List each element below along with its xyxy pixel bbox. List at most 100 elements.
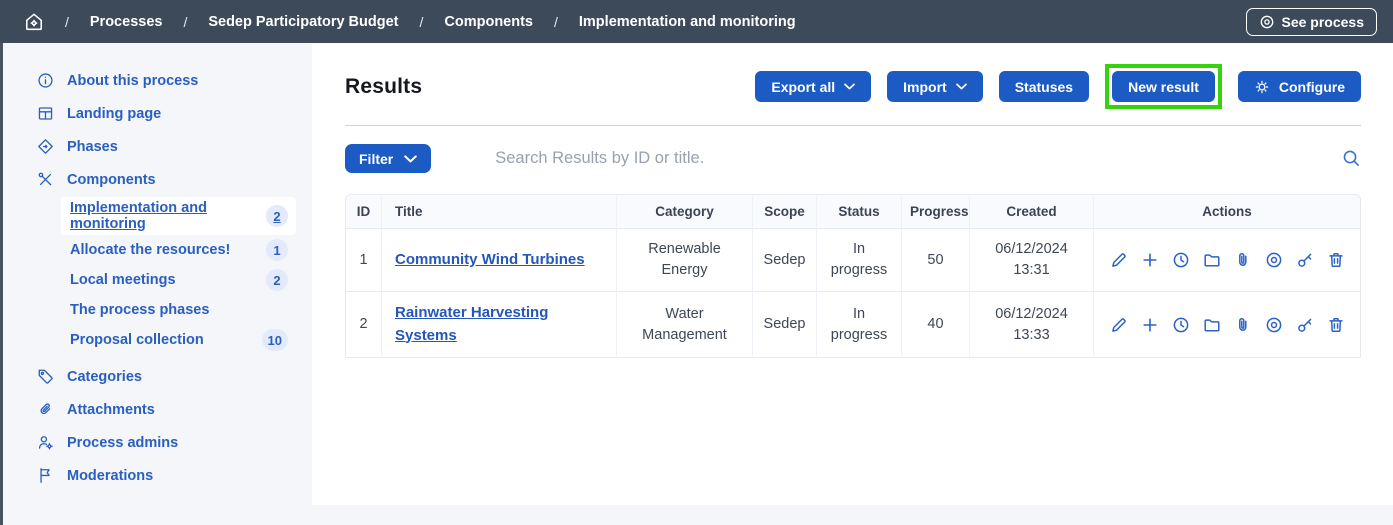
cell-category: Water Management <box>616 292 752 358</box>
cell-status: In progress <box>816 229 901 292</box>
result-title-link[interactable]: Rainwater Harvesting Systems <box>395 302 591 347</box>
history-icon[interactable] <box>1172 251 1190 269</box>
breadcrumb-process-name[interactable]: Sedep Participatory Budget <box>208 14 398 30</box>
attachment-icon[interactable] <box>1234 251 1252 269</box>
delete-icon[interactable] <box>1327 251 1345 269</box>
count-badge: 1 <box>266 239 288 261</box>
sidebar-item-landing-page[interactable]: Landing page <box>3 97 312 130</box>
cell-created: 06/12/2024 13:33 <box>969 292 1093 358</box>
sidebar-item-about-this-process[interactable]: About this process <box>3 64 312 97</box>
column-header-category: Category <box>616 194 752 229</box>
preview-icon[interactable] <box>1265 251 1283 269</box>
header-divider <box>345 125 1361 126</box>
attachment-icon[interactable] <box>1234 316 1252 334</box>
sidebar-item-moderations[interactable]: Moderations <box>3 459 312 492</box>
column-header-id: ID <box>345 194 381 229</box>
cell-id: 1 <box>345 229 381 292</box>
breadcrumb-processes[interactable]: Processes <box>90 14 163 30</box>
delete-icon[interactable] <box>1327 316 1345 334</box>
sidebar-subitem-the-process-phases[interactable]: The process phases <box>61 295 296 325</box>
permissions-key-icon[interactable] <box>1296 316 1314 334</box>
target-eye-icon <box>1259 14 1275 30</box>
sidebar-subitem-proposal-collection[interactable]: Proposal collection 10 <box>61 325 296 355</box>
chevron-down-icon <box>404 155 417 163</box>
sidebar-subitem-allocate-the-resources[interactable]: Allocate the resources! 1 <box>61 235 296 265</box>
import-label: Import <box>903 79 947 95</box>
add-icon[interactable] <box>1141 316 1159 334</box>
folder-icon[interactable] <box>1203 316 1221 334</box>
sidebar-subitem-local-meetings[interactable]: Local meetings 2 <box>61 265 296 295</box>
breadcrumb-separator: / <box>420 14 424 30</box>
flag-icon <box>37 467 54 484</box>
sidebar: About this process Landing page Phases <box>3 43 312 525</box>
cell-progress: 50 <box>901 229 969 292</box>
sub-item-label: Local meetings <box>70 272 176 288</box>
new-result-button[interactable]: New result <box>1112 71 1215 102</box>
edit-icon[interactable] <box>1110 251 1128 269</box>
cell-progress: 40 <box>901 292 969 358</box>
configure-button[interactable]: Configure <box>1238 71 1361 102</box>
cell-scope: Sedep <box>752 292 816 358</box>
cell-created: 06/12/2024 13:31 <box>969 229 1093 292</box>
see-process-button[interactable]: See process <box>1246 8 1378 36</box>
sidebar-item-phases[interactable]: Phases <box>3 130 312 163</box>
breadcrumb-separator: / <box>183 14 187 30</box>
sub-item-label: Implementation and monitoring <box>70 200 258 232</box>
history-icon[interactable] <box>1172 316 1190 334</box>
permissions-key-icon[interactable] <box>1296 251 1314 269</box>
page-background <box>312 505 1393 525</box>
filter-button[interactable]: Filter <box>345 144 431 173</box>
chevron-down-icon <box>956 83 967 90</box>
sidebar-item-label: Landing page <box>67 106 161 122</box>
count-badge: 10 <box>262 329 288 351</box>
sidebar-item-label: Process admins <box>67 435 178 451</box>
sidebar-item-components[interactable]: Components <box>3 163 312 196</box>
breadcrumb-components[interactable]: Components <box>444 14 533 30</box>
statuses-label: Statuses <box>1015 79 1073 95</box>
sub-item-label: Allocate the resources! <box>70 242 230 258</box>
filter-label: Filter <box>359 151 393 167</box>
sub-item-label: Proposal collection <box>70 332 204 348</box>
cell-status: In progress <box>816 292 901 358</box>
table-header-row: ID Title Category Scope Status Progress … <box>345 194 1361 229</box>
column-header-scope: Scope <box>752 194 816 229</box>
chevron-down-icon <box>844 83 855 90</box>
search-input[interactable] <box>495 149 1330 168</box>
export-all-label: Export all <box>771 79 835 95</box>
cell-category: Renewable Energy <box>616 229 752 292</box>
sidebar-item-categories[interactable]: Categories <box>3 360 312 393</box>
column-header-progress: Progress <box>901 194 969 229</box>
gear-icon <box>1254 79 1270 95</box>
sidebar-subitem-implementation-and-monitoring[interactable]: Implementation and monitoring 2 <box>61 197 296 235</box>
column-header-created: Created <box>969 194 1093 229</box>
row-actions <box>1102 251 1352 269</box>
cell-id: 2 <box>345 292 381 358</box>
home-gear-icon[interactable] <box>24 12 44 32</box>
sidebar-item-label: Components <box>67 172 156 188</box>
search-icon[interactable] <box>1342 149 1361 168</box>
export-all-button[interactable]: Export all <box>755 71 871 102</box>
add-icon[interactable] <box>1141 251 1159 269</box>
sidebar-item-label: Categories <box>67 369 142 385</box>
sidebar-item-attachments[interactable]: Attachments <box>3 393 312 426</box>
highlight-annotation-box: New result <box>1105 64 1222 109</box>
breadcrumb-current-component[interactable]: Implementation and monitoring <box>579 14 796 30</box>
sidebar-item-process-admins[interactable]: Process admins <box>3 426 312 459</box>
tag-icon <box>37 368 54 385</box>
import-button[interactable]: Import <box>887 71 983 102</box>
decidim-admin-app: / Processes / Sedep Participatory Budget… <box>0 0 1393 525</box>
breadcrumb-separator: / <box>65 14 69 30</box>
user-gear-icon <box>37 434 54 451</box>
page-title: Results <box>345 75 422 99</box>
statuses-button[interactable]: Statuses <box>999 71 1089 102</box>
main-panel: Results Export all Import <box>312 43 1393 505</box>
count-badge: 2 <box>266 269 288 291</box>
breadcrumb-separator: / <box>554 14 558 30</box>
column-header-title: Title <box>381 194 616 229</box>
preview-icon[interactable] <box>1265 316 1283 334</box>
result-title-link[interactable]: Community Wind Turbines <box>395 249 585 272</box>
milestone-icon <box>37 138 54 155</box>
folder-icon[interactable] <box>1203 251 1221 269</box>
paperclip-icon <box>37 401 54 418</box>
edit-icon[interactable] <box>1110 316 1128 334</box>
